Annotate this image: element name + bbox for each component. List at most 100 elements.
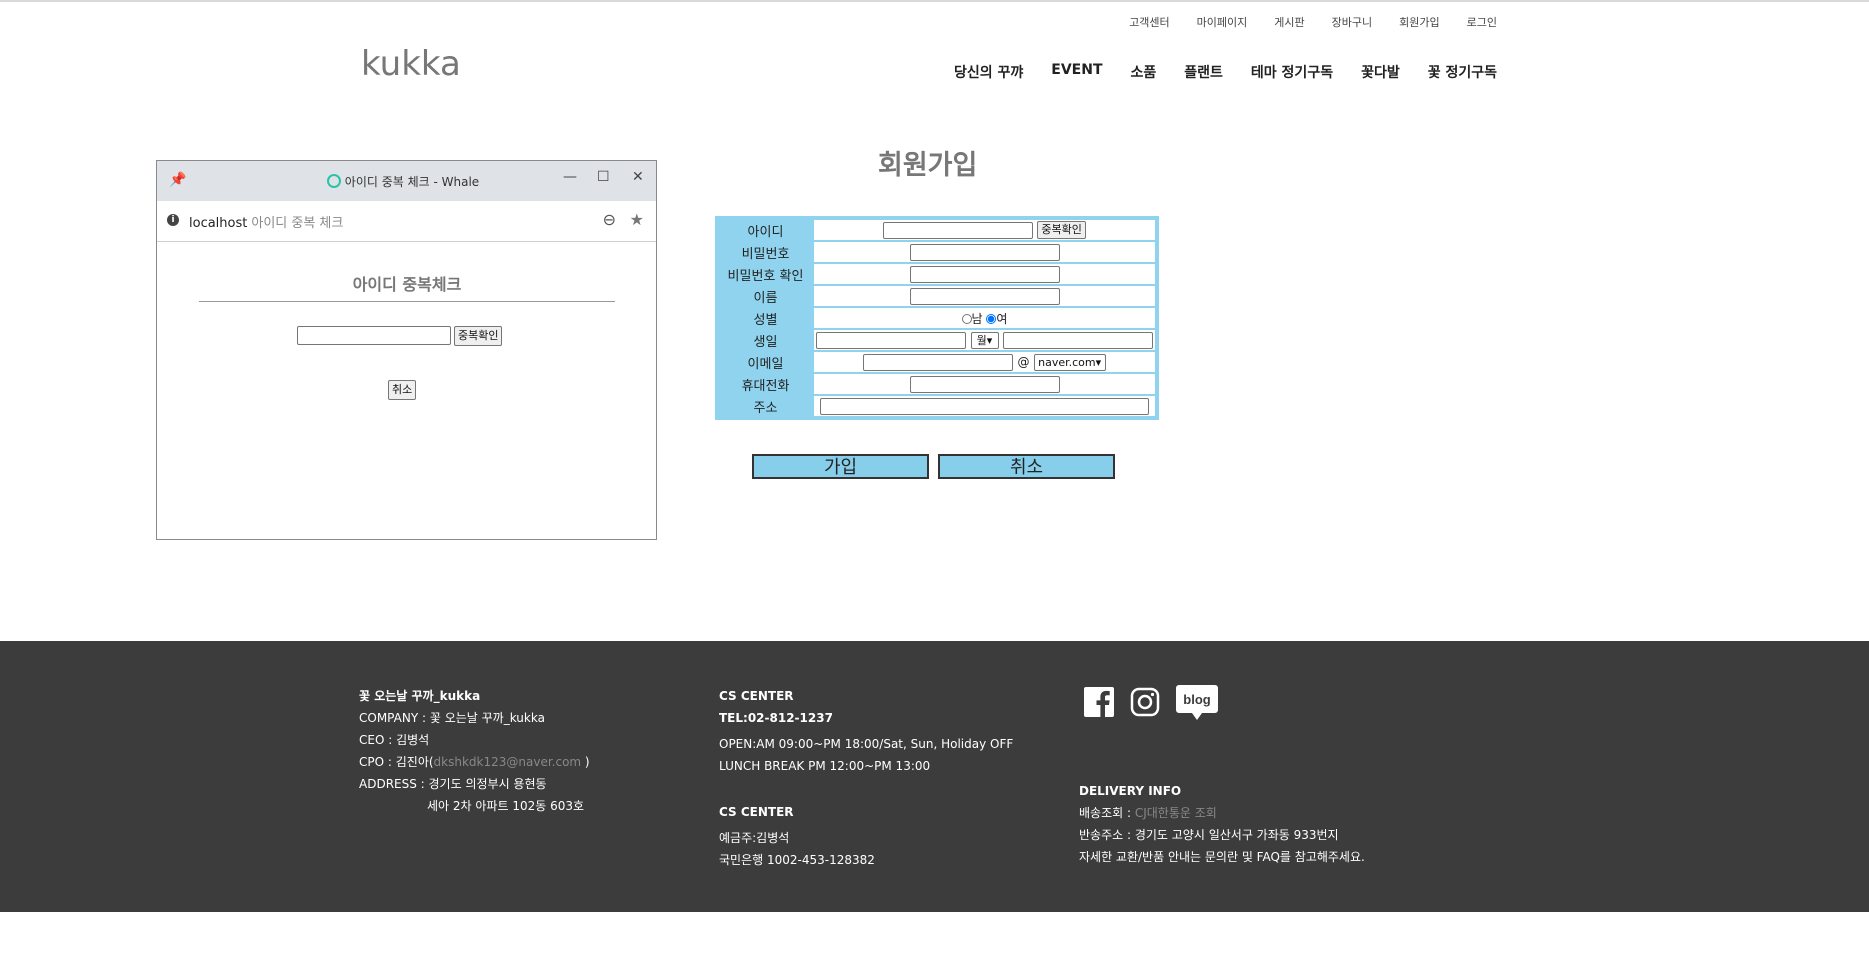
util-nav-join[interactable]: 회원가입	[1399, 14, 1439, 30]
footer-cpo-line: CPO : 김진아(dkshkdk123@naver.com )	[359, 755, 590, 769]
address-label: 주소	[719, 396, 812, 416]
cancel-button[interactable]: 취소	[938, 454, 1115, 479]
minimize-icon[interactable]: —	[563, 169, 577, 185]
footer-cs-tel: TEL:02-812-1237	[719, 711, 833, 725]
main-nav-item[interactable]: 플랜트	[1184, 62, 1223, 82]
page-title: 회원가입	[878, 150, 978, 181]
email-domain-select[interactable]: naver.com▾	[1033, 353, 1106, 371]
form-row-password-confirm: 비밀번호 확인	[719, 264, 1155, 284]
main-nav-item[interactable]: 당신의 꾸꺄	[954, 62, 1023, 82]
birth-year-input[interactable]	[816, 331, 967, 349]
birth-month-select[interactable]: 월▾	[970, 331, 999, 349]
popup-check-button[interactable]: 중복확인	[454, 326, 503, 346]
email-id-input[interactable]	[863, 353, 1014, 371]
top-border	[0, 0, 1869, 2]
popup-host: localhost	[189, 216, 248, 231]
id-label: 아이디	[719, 220, 812, 240]
email-at-sign: @	[1017, 354, 1030, 369]
utility-nav: 고객센터 마이페이지 게시판 장바구니 회원가입 로그인	[1129, 14, 1497, 30]
password-input[interactable]	[909, 243, 1060, 261]
facebook-icon[interactable]	[1083, 686, 1115, 718]
instagram-icon[interactable]	[1129, 686, 1161, 718]
id-check-popup-window: 📌 아이디 중복 체크 - Whale — ☐ ✕ i localhost 아이디…	[156, 160, 657, 540]
footer-company-info: 꽃 오는날 꾸까_kukka COMPANY : 꽃 오는날 꾸까_kukka …	[359, 685, 590, 817]
util-nav-board[interactable]: 게시판	[1274, 14, 1304, 30]
footer-cs-center: CS CENTER TEL:02-812-1237 OPEN:AM 09:00~…	[719, 685, 1013, 777]
password-confirm-input[interactable]	[909, 265, 1060, 283]
form-row-id: 아이디 중복확인	[719, 220, 1155, 240]
site-logo[interactable]: kukka	[361, 44, 461, 84]
main-nav-item[interactable]: 테마 정기구독	[1251, 62, 1333, 82]
popup-window-title: 아이디 중복 체크 - Whale	[344, 175, 480, 189]
util-nav-login[interactable]: 로그인	[1467, 14, 1497, 30]
blog-icon[interactable]: blog	[1175, 683, 1219, 723]
util-nav-mypage[interactable]: 마이페이지	[1197, 14, 1248, 30]
popup-heading: 아이디 중복체크	[199, 271, 615, 302]
popup-cancel-button[interactable]: 취소	[388, 380, 417, 400]
main-nav-item[interactable]: 소품	[1131, 62, 1157, 82]
footer-ceo-line: CEO : 김병석	[359, 733, 430, 747]
submit-button[interactable]: 가입	[752, 454, 929, 479]
phone-label: 휴대전화	[719, 374, 812, 394]
gender-label: 성별	[719, 308, 812, 328]
main-nav-item[interactable]: 꽃다발	[1361, 62, 1400, 82]
form-row-birth: 생일 월▾	[719, 330, 1155, 350]
popup-id-input[interactable]	[297, 326, 451, 345]
name-label: 이름	[719, 286, 812, 306]
address-input[interactable]	[820, 397, 1149, 415]
footer-social-links: blog	[1083, 683, 1219, 723]
footer-cs-open: OPEN:AM 09:00~PM 18:00/Sat, Sun, Holiday…	[719, 737, 1014, 751]
footer-return-notice: 자세한 교환/반품 안내는 문의란 및 FAQ를 참고해주세요.	[1079, 850, 1365, 864]
main-nav-item[interactable]: EVENT	[1051, 62, 1102, 82]
password-label: 비밀번호	[719, 242, 812, 262]
form-row-password: 비밀번호	[719, 242, 1155, 262]
birth-label: 생일	[719, 330, 812, 350]
form-row-phone: 휴대전화	[719, 374, 1155, 394]
site-footer: 꽃 오는날 꾸까_kukka COMPANY : 꽃 오는날 꾸까_kukka …	[0, 641, 1869, 912]
maximize-icon[interactable]: ☐	[597, 169, 610, 185]
footer-delivery-track: 배송조회 : CJ대한통운 조회	[1079, 806, 1217, 820]
whale-logo-icon	[326, 174, 341, 188]
footer-cpo-email[interactable]: dkshkdk123@naver.com	[434, 755, 582, 769]
blog-icon-text: blog	[1183, 692, 1210, 707]
footer-address-line1: ADDRESS : 경기도 의정부시 용현동	[359, 777, 547, 791]
zoom-icon[interactable]: ⊖	[603, 210, 616, 229]
footer-bank-title: CS CENTER	[719, 805, 794, 819]
util-nav-cs[interactable]: 고객센터	[1129, 14, 1169, 30]
main-nav-item[interactable]: 꽃 정기구독	[1428, 62, 1497, 82]
bookmark-star-icon[interactable]: ★	[630, 210, 644, 229]
id-input[interactable]	[883, 221, 1034, 239]
info-icon[interactable]: i	[167, 214, 179, 226]
util-nav-cart[interactable]: 장바구니	[1332, 14, 1372, 30]
password-confirm-label: 비밀번호 확인	[719, 264, 812, 284]
form-row-gender: 성별 남 여	[719, 308, 1155, 328]
main-nav: 당신의 꾸꺄 EVENT 소품 플랜트 테마 정기구독 꽃다발 꽃 정기구독	[954, 62, 1497, 82]
close-icon[interactable]: ✕	[632, 169, 644, 185]
pin-icon[interactable]: 📌	[169, 172, 186, 188]
form-row-email: 이메일 @ naver.com▾	[719, 352, 1155, 372]
birth-day-input[interactable]	[1002, 331, 1153, 349]
footer-bank-holder: 예금주:김병석	[719, 831, 790, 845]
footer-delivery-track-link[interactable]: CJ대한통운 조회	[1135, 806, 1217, 820]
footer-cs-title: CS CENTER	[719, 689, 794, 703]
popup-titlebar[interactable]: 📌 아이디 중복 체크 - Whale — ☐ ✕	[157, 161, 656, 201]
email-label: 이메일	[719, 352, 812, 372]
form-row-name: 이름	[719, 286, 1155, 306]
footer-return-address: 반송주소 : 경기도 고양시 일산서구 가좌동 933번지	[1079, 828, 1339, 842]
footer-delivery-title: DELIVERY INFO	[1079, 784, 1182, 798]
form-row-address: 주소	[719, 396, 1155, 416]
popup-address-bar[interactable]: i localhost 아이디 중복 체크 ⊖ ★	[157, 201, 656, 242]
footer-company-line: COMPANY : 꽃 오는날 꾸까_kukka	[359, 711, 545, 725]
name-input[interactable]	[909, 287, 1060, 305]
footer-cs-lunch: LUNCH BREAK PM 12:00~PM 13:00	[719, 759, 931, 773]
id-dup-check-button[interactable]: 중복확인	[1037, 221, 1086, 239]
footer-bank-account: 국민은행 1002-453-128382	[719, 853, 875, 867]
gender-male-radio[interactable]	[961, 314, 972, 324]
join-form-table: 아이디 중복확인 비밀번호 비밀번호 확인 이름 성별 남 여 생일 월▾ 이메…	[715, 216, 1159, 420]
gender-male-label: 남	[971, 311, 983, 326]
gender-female-radio[interactable]	[986, 314, 997, 324]
popup-page-title: 아이디 중복 체크	[251, 216, 344, 231]
phone-input[interactable]	[909, 375, 1060, 393]
footer-company-title: 꽃 오는날 꾸까_kukka	[359, 689, 481, 703]
footer-delivery-info: DELIVERY INFO 배송조회 : CJ대한통운 조회 반송주소 : 경기…	[1079, 780, 1365, 868]
